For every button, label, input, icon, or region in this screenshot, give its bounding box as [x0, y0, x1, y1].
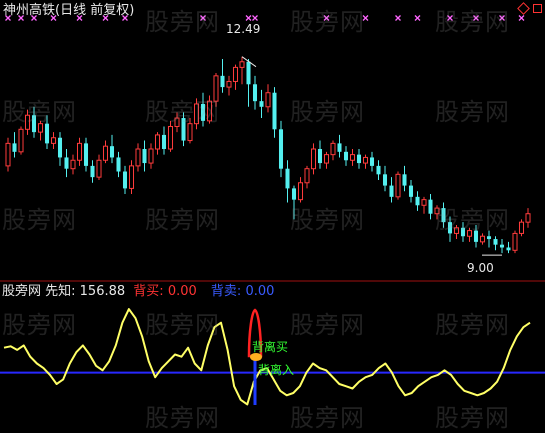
candle-body-down [402, 174, 407, 186]
candle-body-down [447, 222, 453, 234]
candle-body-down [122, 171, 128, 189]
candle-body-down [389, 185, 394, 197]
candle-body-down [220, 75, 225, 88]
candle-body-up [518, 221, 525, 234]
candle-body-down [343, 151, 349, 161]
indicator-prefix: 股旁网 先知: [2, 284, 76, 299]
candle-body-down [246, 61, 251, 85]
candle-body-down [252, 84, 258, 102]
candle-body-down [200, 103, 206, 121]
candle-body-down [473, 230, 479, 242]
candle-body-up [421, 199, 427, 206]
square-icon[interactable] [533, 4, 542, 13]
candle-body-up [297, 182, 304, 201]
candle-body-down [376, 165, 381, 175]
candle-body-up [512, 232, 518, 251]
candle-body-down [337, 143, 342, 152]
candle-body-up [18, 128, 24, 153]
candle-body-down [291, 188, 297, 200]
candle-body-up [362, 156, 369, 164]
candle-body-down [408, 185, 414, 197]
candle-body-up [349, 154, 356, 161]
candle-body-down [109, 146, 115, 158]
candle-body-down [259, 101, 264, 107]
candle-body-down [12, 143, 17, 152]
candle-body-down [181, 118, 186, 141]
candle-body-up [167, 125, 174, 150]
divergence-dot [250, 353, 262, 361]
sell-value: 0.00 [245, 284, 275, 299]
candle-body-up [466, 230, 473, 237]
candle-body-down [382, 174, 388, 186]
candle-body-up [76, 142, 83, 161]
indicator-header: 股旁网 先知: 156.88 背买: 0.00 背卖: 0.00 [2, 285, 274, 299]
candle-body-down [83, 143, 89, 166]
candle-body-up [128, 165, 135, 189]
candle-body-up [70, 159, 76, 170]
candle-body-up [96, 159, 102, 178]
candle-body-up [213, 75, 219, 102]
candle-body-up [102, 145, 109, 161]
candle-body-down [499, 244, 505, 248]
candle-body-up [479, 235, 486, 243]
candle-body-down [278, 129, 284, 169]
buy-value: 0.00 [167, 284, 197, 299]
high-price-label: 12.49 [226, 22, 261, 36]
price-chart-title: 神州高铁(日线 前复权) [3, 3, 135, 18]
candle-body-up [135, 148, 141, 167]
candle-body-up [5, 142, 11, 167]
candle-body-down [90, 165, 95, 178]
candle-body-up [37, 123, 44, 133]
candle-body-up [265, 92, 271, 108]
candle-body-up [304, 168, 310, 184]
candle-body-up [154, 134, 161, 150]
sell-label: 背卖: [210, 284, 242, 299]
candle-body-up [310, 148, 317, 170]
candle-body-down [161, 134, 167, 149]
candle-body-down [486, 236, 492, 240]
candle-body-down [415, 196, 420, 206]
candle-body-up [453, 227, 460, 234]
candle-body-up [50, 137, 57, 144]
divergence-buy-annotation: 背离买 [252, 340, 289, 354]
candle-body-up [148, 148, 154, 164]
low-price-label: 9.00 [467, 261, 494, 275]
candle-body-down [57, 137, 63, 158]
candle-body-down [116, 157, 121, 172]
candle-body-up [206, 100, 213, 122]
candle-body-up [395, 173, 401, 198]
divergence-entry-annotation: 背离入 [258, 363, 295, 377]
indicator-value: 156.88 [79, 284, 126, 299]
candle-body-down [441, 208, 446, 223]
candle-body-up [226, 80, 232, 88]
buy-label: 背买: [133, 284, 164, 299]
candle-body-up [434, 207, 440, 215]
candle-body-down [369, 157, 375, 166]
candle-body-down [272, 92, 277, 130]
candle-body-down [428, 199, 433, 214]
candle-body-up [232, 66, 239, 82]
candle-body-up [525, 213, 531, 223]
candle-body-down [142, 149, 147, 164]
candle-body-down [356, 154, 362, 164]
candle-body-down [317, 149, 323, 164]
candle-body-up [193, 103, 200, 125]
candle-body-down [31, 115, 37, 133]
candle-body-up [24, 114, 31, 130]
candle-body-up [174, 117, 180, 127]
candle-body-down [64, 157, 69, 169]
candle-body-up [187, 123, 193, 142]
candle-body-down [44, 123, 50, 144]
candle-body-down [506, 247, 511, 251]
candle-body-up [330, 142, 336, 156]
candle-body-down [285, 168, 290, 189]
candle-body-down [460, 227, 466, 237]
candle-body-up [323, 154, 330, 164]
candle-body-down [493, 239, 498, 245]
candle-body-up [239, 61, 245, 68]
